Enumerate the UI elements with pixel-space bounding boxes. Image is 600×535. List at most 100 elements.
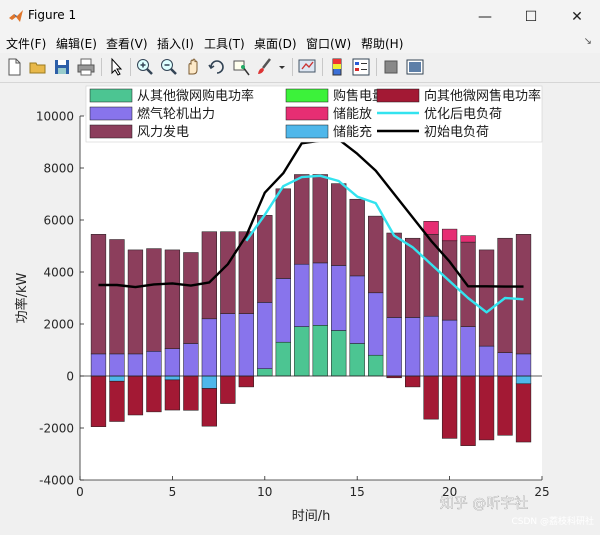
legend-icon[interactable] bbox=[351, 57, 371, 77]
link-plot-icon[interactable] bbox=[297, 57, 317, 77]
bar-storage_discharge-h21 bbox=[460, 235, 476, 243]
x-tick-label: 5 bbox=[169, 485, 177, 499]
bar-sell_other-h4 bbox=[146, 375, 162, 413]
bar-gas-h8 bbox=[220, 313, 236, 377]
menu-window[interactable]: 窗口(W) bbox=[306, 35, 351, 52]
bar-sell_other-h24 bbox=[515, 383, 532, 443]
bar-wind-h17 bbox=[386, 232, 402, 318]
print-icon[interactable] bbox=[76, 57, 96, 77]
legend-swatch-sell_grid bbox=[285, 88, 329, 103]
bar-storage_charge-h5 bbox=[164, 375, 181, 381]
menu-desktop[interactable]: 桌面(D) bbox=[254, 35, 297, 52]
maximize-button[interactable]: ☐ bbox=[508, 0, 554, 33]
bar-gas-h7 bbox=[201, 318, 218, 377]
y-tick-label: 10000 bbox=[36, 110, 74, 124]
bar-storage_charge-h24 bbox=[515, 375, 532, 385]
bar-gas-h21 bbox=[460, 326, 476, 377]
bar-storage_charge-h2 bbox=[109, 375, 125, 382]
toolbar-separator bbox=[322, 58, 323, 76]
x-axis-label: 时间/h bbox=[292, 509, 331, 524]
bar-buy_other-h14 bbox=[331, 330, 347, 377]
pan-icon[interactable] bbox=[183, 57, 203, 77]
bar-wind-h7 bbox=[201, 231, 218, 320]
legend-label-opt_load: 优化后电负荷 bbox=[424, 107, 502, 122]
zoom-in-icon[interactable] bbox=[135, 57, 155, 77]
bar-wind-h13 bbox=[312, 174, 328, 264]
x-tick-label: 15 bbox=[350, 485, 365, 499]
dock-arrow-icon[interactable]: ↘ bbox=[584, 36, 592, 47]
bar-wind-h18 bbox=[405, 237, 421, 318]
bar-sell_other-h19 bbox=[423, 375, 439, 420]
toolbar bbox=[0, 53, 600, 83]
zoom-out-icon[interactable] bbox=[159, 57, 179, 77]
bar-wind-h23 bbox=[497, 237, 513, 353]
toolbar-separator bbox=[292, 58, 293, 76]
open-file-icon[interactable] bbox=[28, 57, 48, 77]
show-plot-tools-icon[interactable] bbox=[405, 57, 425, 77]
bar-wind-h5 bbox=[164, 249, 181, 349]
y-tick-label: 4000 bbox=[43, 266, 74, 280]
x-tick-label: 0 bbox=[76, 485, 84, 499]
bar-gas-h5 bbox=[164, 348, 181, 377]
bar-gas-h20 bbox=[441, 319, 458, 377]
bar-sell_other-h22 bbox=[478, 375, 495, 441]
bar-gas-h22 bbox=[478, 345, 495, 377]
legend-label-gas: 燃气轮机出力 bbox=[137, 106, 215, 122]
pointer-icon[interactable] bbox=[106, 57, 126, 77]
hide-plot-tools-icon[interactable] bbox=[381, 57, 401, 77]
legend-label-storage_charge: 储能充 bbox=[333, 124, 372, 140]
legend-swatch-buy_other bbox=[89, 88, 133, 103]
bar-wind-h2 bbox=[109, 239, 125, 355]
bar-wind-h24 bbox=[515, 234, 532, 355]
bar-wind-h15 bbox=[349, 198, 365, 277]
colorbar-icon[interactable] bbox=[327, 57, 347, 77]
save-icon[interactable] bbox=[52, 57, 72, 77]
data-cursor-icon[interactable] bbox=[231, 57, 251, 77]
bar-wind-h8 bbox=[220, 231, 236, 314]
bar-wind-h4 bbox=[146, 248, 162, 352]
legend[interactable]: 从其他微网购电功率 购售电量 向其他微网售电功率燃气轮机出力 储能放 优化后电负荷风力发… bbox=[85, 85, 543, 143]
close-icon: ✕ bbox=[571, 8, 583, 25]
legend-label-wind: 风力发电 bbox=[137, 124, 189, 140]
legend-swatch-storage_charge bbox=[285, 124, 329, 139]
bar-gas-h11 bbox=[275, 278, 291, 343]
legend-label-sell_other: 向其他微网售电功率 bbox=[424, 88, 541, 104]
legend-label-orig_load: 初始电负荷 bbox=[424, 125, 489, 140]
bar-sell_other-h8 bbox=[220, 375, 236, 404]
new-figure-icon[interactable] bbox=[4, 57, 24, 77]
bar-buy_other-h10 bbox=[257, 368, 273, 377]
toolbar-separator bbox=[130, 58, 131, 76]
menu-insert[interactable]: 插入(I) bbox=[157, 35, 194, 52]
bar-gas-h24 bbox=[515, 353, 532, 377]
bar-wind-h12 bbox=[294, 174, 310, 265]
bar-wind-h14 bbox=[331, 183, 347, 266]
y-tick-label: 8000 bbox=[43, 162, 74, 176]
close-button[interactable]: ✕ bbox=[554, 0, 600, 33]
menu-view[interactable]: 查看(V) bbox=[106, 35, 148, 52]
bar-gas-h9 bbox=[238, 313, 254, 377]
bar-gas-h23 bbox=[497, 352, 513, 377]
menu-edit[interactable]: 编辑(E) bbox=[56, 35, 97, 52]
brush-icon[interactable] bbox=[255, 57, 275, 77]
bar-sell_other-h21 bbox=[460, 375, 476, 446]
chart-figure: -4000-200002000400060008000100000 5 10 15 20… bbox=[14, 85, 594, 527]
bar-wind-h22 bbox=[478, 249, 495, 347]
matlab-icon bbox=[9, 10, 23, 22]
menu-file[interactable]: 文件(F) bbox=[6, 35, 46, 52]
menu-tools[interactable]: 工具(T) bbox=[204, 35, 245, 52]
title-bar: Figure 1 — ☐ ✕ bbox=[0, 0, 600, 33]
bar-gas-h10 bbox=[257, 302, 273, 369]
legend-swatch-gas bbox=[89, 106, 133, 121]
bar-gas-h6 bbox=[183, 343, 199, 377]
bar-wind-h3 bbox=[127, 249, 144, 355]
bar-wind-h16 bbox=[368, 215, 384, 294]
menu-help[interactable]: 帮助(H) bbox=[361, 35, 403, 52]
bar-gas-h2 bbox=[109, 353, 125, 377]
rotate-3d-icon[interactable] bbox=[207, 57, 227, 77]
bar-sell_other-h3 bbox=[127, 375, 144, 416]
y-tick-label: -2000 bbox=[39, 422, 74, 436]
bar-gas-h17 bbox=[386, 317, 402, 377]
minimize-button[interactable]: — bbox=[462, 0, 508, 33]
brush-dropdown-icon[interactable] bbox=[277, 57, 287, 77]
y-tick-label: -4000 bbox=[39, 474, 74, 488]
